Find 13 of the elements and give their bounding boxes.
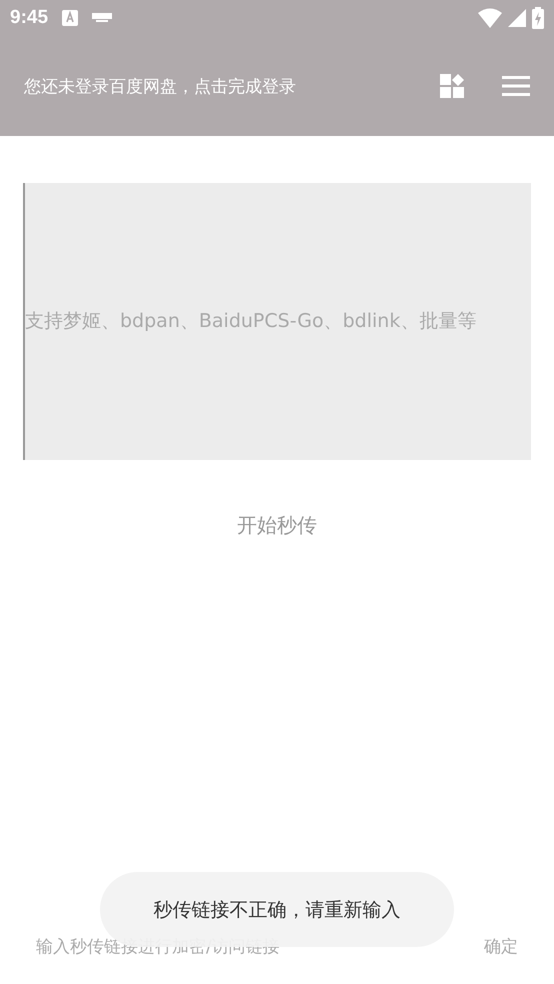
keyboard-icon: [92, 13, 112, 23]
battery-icon: [532, 7, 544, 29]
wifi-icon: [478, 8, 502, 28]
login-prompt[interactable]: 您还未登录百度网盘，点击完成登录: [24, 74, 402, 98]
status-time: 9:45: [10, 7, 48, 29]
widgets-icon[interactable]: [440, 74, 464, 98]
start-button[interactable]: 开始秒传: [227, 506, 327, 545]
encrypt-input-field[interactable]: 输入秒传链接进行加密/访问链接: [36, 932, 472, 960]
confirm-button[interactable]: 确定: [472, 931, 530, 962]
link-input-field[interactable]: 支持梦姬、bdpan、BaiduPCS-Go、bdlink、批量等: [23, 183, 531, 460]
keyboard-app-icon: [62, 10, 78, 26]
menu-icon[interactable]: [502, 76, 530, 96]
signal-icon: [508, 9, 526, 27]
